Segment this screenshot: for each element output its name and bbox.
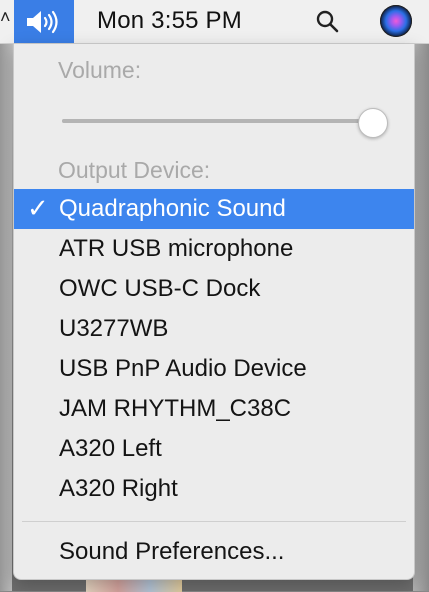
device-label: A320 Left	[59, 435, 162, 462]
volume-slider-fill	[62, 119, 372, 123]
volume-slider-knob[interactable]	[358, 108, 388, 138]
output-device-item[interactable]: JAM RHYTHM_C38C	[14, 389, 414, 429]
output-device-item[interactable]: ✓ Quadraphonic Sound	[14, 189, 414, 229]
device-label: ATR USB microphone	[59, 235, 294, 262]
output-device-item[interactable]: USB PnP Audio Device	[14, 349, 414, 389]
checkmark-icon: ✓	[27, 194, 49, 224]
output-device-item[interactable]: A320 Left	[14, 429, 414, 469]
device-label: USB PnP Audio Device	[59, 355, 307, 382]
device-label: Quadraphonic Sound	[59, 195, 286, 222]
output-device-item[interactable]: U3277WB	[14, 309, 414, 349]
siri-icon[interactable]	[380, 5, 412, 37]
desktop-window-edge	[0, 40, 12, 591]
desktop-window-edge	[413, 40, 429, 591]
device-label: JAM RHYTHM_C38C	[59, 395, 292, 422]
volume-header: Volume:	[58, 57, 142, 83]
output-device-item[interactable]: OWC USB-C Dock	[14, 269, 414, 309]
volume-menu-extra[interactable]	[14, 0, 74, 43]
device-label: U3277WB	[59, 315, 169, 342]
output-device-header: Output Device:	[58, 157, 211, 183]
menu-bar: ˄ Mon 3:55 PM	[0, 0, 429, 44]
output-device-list: ✓ Quadraphonic Sound ATR USB microphone …	[14, 189, 414, 509]
menu-bar-clock[interactable]: Mon 3:55 PM	[97, 7, 242, 35]
sound-preferences-item[interactable]: Sound Preferences...	[14, 533, 414, 571]
device-label: A320 Right	[59, 475, 178, 502]
output-device-item[interactable]: ATR USB microphone	[14, 229, 414, 269]
output-device-item[interactable]: A320 Right	[14, 469, 414, 509]
speaker-volume-icon	[27, 10, 58, 33]
sound-dropdown-menu: Volume: Output Device: ✓ Quadraphonic So…	[13, 44, 415, 580]
menu-divider	[22, 521, 406, 522]
menu-bar-item-partial[interactable]: ˄	[0, 8, 11, 26]
volume-slider[interactable]	[62, 119, 372, 123]
magnifying-glass-icon	[316, 10, 339, 33]
device-label: OWC USB-C Dock	[59, 275, 261, 302]
spotlight-search-button[interactable]	[312, 6, 342, 36]
